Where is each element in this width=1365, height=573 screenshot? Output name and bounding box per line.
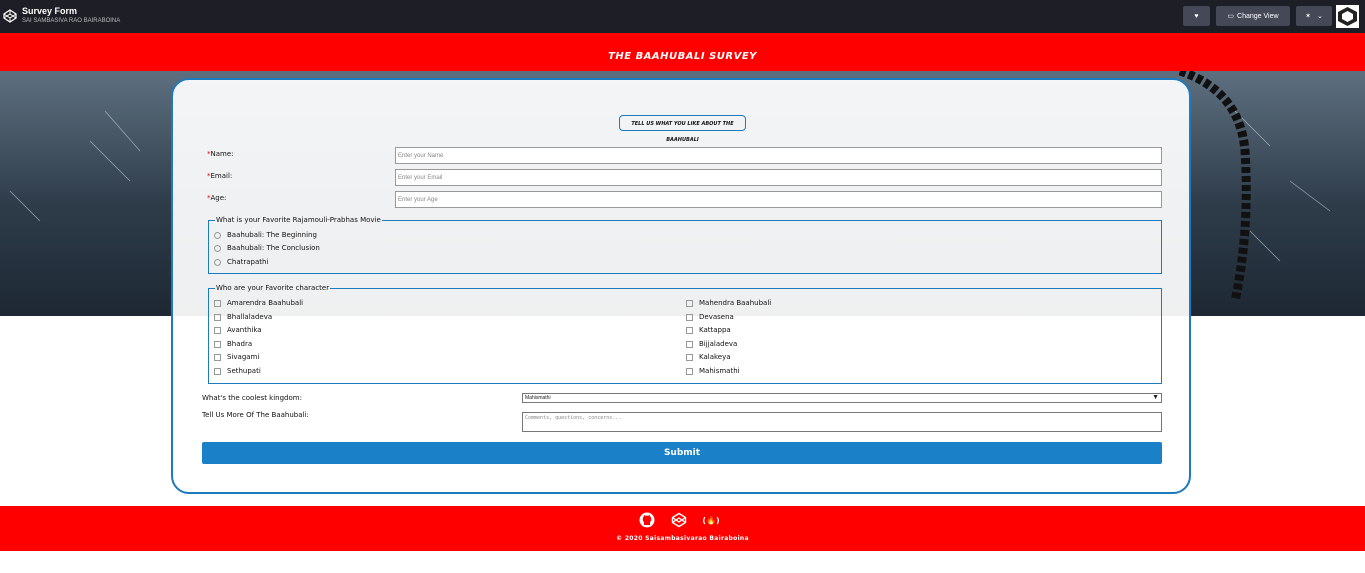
character-option[interactable]: Avanthika [214,326,262,334]
layout-icon: ▭ [1227,13,1235,20]
character-legend: Who are your Favorite character [216,284,330,292]
radio-button[interactable] [214,258,221,266]
character-option-label: Avanthika [227,326,262,334]
character-option[interactable]: Bijjaladeva [686,340,737,348]
copyright-text: © 2020 Saisambasivarao Bairaboina [616,535,749,542]
character-option-label: Mahismathi [699,367,740,375]
movie-option-label: Baahubali: The Conclusion [227,244,320,252]
comments-textarea[interactable]: Comments, questions, concerns... [522,412,1162,432]
email-label: *Email: [207,172,232,180]
character-option-label: Kalakeya [699,353,731,361]
character-option[interactable]: Sethupati [214,367,261,375]
radio-button[interactable] [214,244,221,252]
email-label-text: Email: [210,172,233,180]
form-subtitle: TELL US WHAT YOU LIKE ABOUT THE BAAHUBAL… [619,115,746,143]
github-icon[interactable] [638,511,656,529]
checkbox[interactable] [686,326,693,334]
checkbox[interactable] [214,340,221,348]
codepen-icon[interactable] [670,511,688,529]
page-footer: (🔥) © 2020 Saisambasivarao Bairaboina [0,506,1365,551]
email-input[interactable]: Enter your Email [395,169,1162,186]
checkbox[interactable] [686,353,693,361]
survey-header: THE BAAHUBALI SURVEY [0,33,1365,71]
pen-title: Survey Form [22,6,78,16]
survey-title: THE BAAHUBALI SURVEY [608,51,757,62]
radio-button[interactable] [214,231,221,239]
character-option[interactable]: Bhallaladeva [214,313,272,321]
survey-form: TELL US WHAT YOU LIKE ABOUT THE BAAHUBAL… [171,78,1191,494]
kingdom-label: What's the coolest kingdom: [202,394,302,402]
character-option[interactable]: Sivagami [214,353,259,361]
codepen-logo-icon[interactable] [3,9,17,23]
character-fieldset: Who are your Favorite character [208,284,1162,384]
name-input[interactable]: Enter your Name [395,147,1162,164]
footer-links: (🔥) [638,511,720,529]
like-button[interactable]: ♥ [1183,6,1210,26]
movie-option[interactable]: Baahubali: The Conclusion [214,244,320,252]
change-view-button[interactable]: ▭ Change View [1216,6,1290,26]
checkbox[interactable] [214,353,221,361]
pen-author[interactable]: SAI SAMBASIVA RAO BAIRABOINA [22,18,120,24]
character-option-label: Bhallaladeva [227,313,273,321]
avatar-image [1336,5,1359,28]
character-option-label: Bijjaladeva [699,340,738,348]
chevron-down-icon: ⌄ [1317,13,1323,20]
codepen-topbar: Survey Form SAI SAMBASIVA RAO BAIRABOINA… [0,0,1365,33]
character-option[interactable]: Mahismathi [686,367,740,375]
freecodecamp-icon[interactable]: (🔥) [702,511,720,529]
character-option-label: Kattappa [699,326,731,334]
checkbox[interactable] [214,367,221,375]
age-label: *Age: [207,194,226,202]
avatar[interactable] [1336,5,1359,28]
heart-icon: ♥ [1194,12,1199,20]
movie-option-label: Baahubali: The Beginning [227,231,317,239]
movie-option[interactable]: Chatrapathi [214,258,268,266]
checkbox[interactable] [214,299,221,307]
character-option[interactable]: Bhadra [214,340,252,348]
checkbox[interactable] [686,299,693,307]
name-label: *Name: [207,150,234,158]
character-option[interactable]: Amarendra Baahubali [214,299,303,307]
character-option-label: Devasena [699,313,734,321]
movie-fieldset: What is your Favorite Rajamouli-Prabhas … [208,216,1162,274]
more-label: Tell Us More Of The Baahubali: [202,411,309,419]
character-option-label: Sivagami [227,353,260,361]
character-option[interactable]: Mahendra Baahubali [686,299,771,307]
character-option-label: Amarendra Baahubali [227,299,304,307]
checkbox[interactable] [686,313,693,321]
age-label-text: Age: [210,194,227,202]
change-view-label: Change View [1237,12,1279,20]
movie-legend: What is your Favorite Rajamouli-Prabhas … [216,216,381,224]
runner-icon: ✶ [1305,13,1311,20]
character-option-label: Mahendra Baahubali [699,299,772,307]
character-option-label: Bhadra [227,340,253,348]
age-input[interactable]: Enter your Age [395,191,1162,208]
kingdom-select[interactable]: Mahismathi ▼ [522,393,1162,403]
checkbox[interactable] [686,340,693,348]
name-label-text: Name: [210,150,234,158]
movie-option-label: Chatrapathi [227,258,269,266]
checkbox[interactable] [214,326,221,334]
character-option[interactable]: Devasena [686,313,734,321]
movie-option[interactable]: Baahubali: The Beginning [214,231,317,239]
submit-button[interactable]: Submit [202,442,1162,464]
character-option-label: Sethupati [227,367,261,375]
checkbox[interactable] [686,367,693,375]
kingdom-selected-value: Mahismathi [525,395,551,401]
run-button[interactable]: ✶ ⌄ [1296,6,1332,26]
checkbox[interactable] [214,313,221,321]
character-option[interactable]: Kattappa [686,326,731,334]
dropdown-arrow-icon: ▼ [1152,394,1159,401]
character-option[interactable]: Kalakeya [686,353,731,361]
